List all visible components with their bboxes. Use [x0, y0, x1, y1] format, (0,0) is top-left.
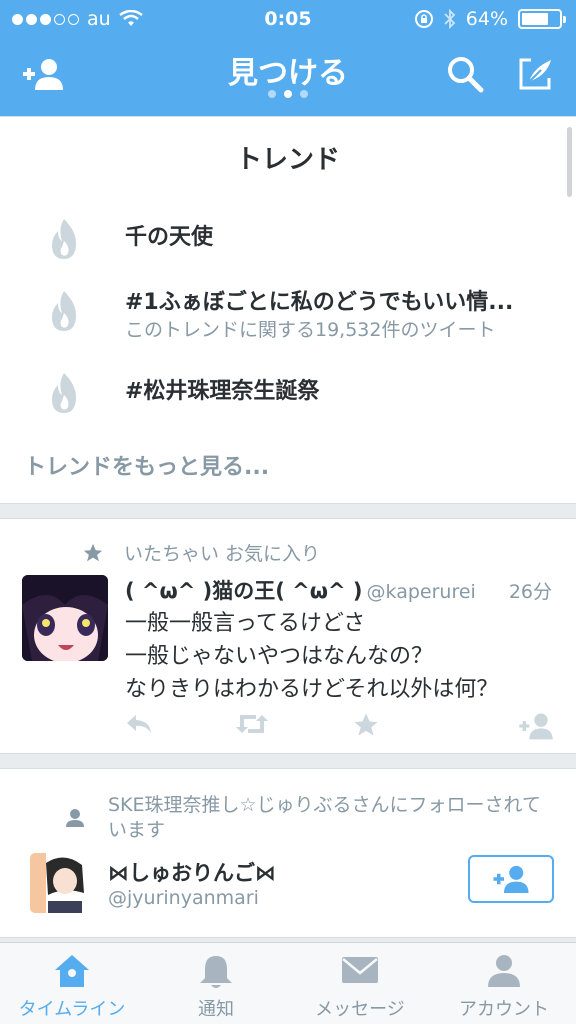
author-name: ( ^ω^ )猫の王( ^ω^ ) [125, 579, 363, 603]
tweet-actions [120, 711, 560, 741]
trends-card: トレンド 千の天使 #1ふぁぼごとに私のどうでもいい情... このトレンドに関す… [0, 116, 576, 504]
reply-icon [127, 715, 151, 733]
follow-button[interactable] [468, 855, 554, 903]
tab-label: タイムライン [18, 999, 126, 1020]
suggested-user-name[interactable]: ⋈しゅおりんご⋈ [108, 857, 276, 887]
bluetooth-icon [444, 9, 456, 29]
tab-timeline[interactable]: タイムライン [0, 943, 144, 1024]
trend-name: 千の天使 [125, 225, 214, 250]
favorite-context-text: いたちゃい お気に入り [124, 543, 321, 565]
tweet-line: 一般一般言ってるけどさ [125, 611, 366, 636]
flame-icon [52, 291, 76, 331]
flame-icon [52, 373, 76, 413]
battery-icon [518, 9, 566, 29]
compose-icon [519, 58, 551, 90]
tweet-text: 一般一般言ってるけどさ 一般じゃないやつはなんなの？ なりきりはわかるけどそれ以… [125, 607, 498, 706]
tab-label: 通知 [198, 999, 234, 1020]
add-user-icon [493, 865, 529, 893]
tweet-card[interactable]: いたちゃい お気に入り ( ^ω^ )猫の王( ^ω^ ) @kaperurei … [0, 518, 576, 754]
tab-bar: タイムライン 通知 メッセージ アカウント [0, 942, 576, 1024]
person-icon [66, 809, 84, 827]
person-icon [488, 955, 520, 987]
tab-label: アカウント [459, 999, 549, 1020]
search-button[interactable] [440, 52, 490, 96]
tweet-line: なりきりはわかるけどそれ以外は何？ [125, 677, 499, 702]
follow-author-button[interactable] [516, 711, 556, 745]
favorite-button[interactable] [352, 711, 380, 743]
more-trends-link[interactable]: トレンドをもっと見る... [24, 449, 269, 481]
add-user-icon [519, 713, 553, 740]
tweet-line: 一般じゃないやつはなんなの？ [125, 644, 434, 669]
favorite-context: いたちゃい お気に入り [82, 539, 320, 566]
tab-notifications[interactable]: 通知 [144, 943, 288, 1024]
retweet-button[interactable] [234, 711, 270, 741]
reply-button[interactable] [124, 711, 154, 741]
battery-percent: 64% [465, 8, 508, 30]
flame-icon [52, 219, 76, 259]
author-handle: @kaperurei [366, 581, 476, 603]
star-icon [354, 713, 378, 736]
compose-tweet-button[interactable] [510, 52, 560, 96]
trends-title: トレンド [235, 145, 340, 175]
retweet-icon [236, 715, 268, 733]
trend-name: #1ふぁぼごとに私のどうでもいい情... [125, 290, 514, 315]
search-icon [448, 57, 484, 93]
avatar[interactable] [30, 853, 90, 913]
tweet-time: 26分 [508, 581, 552, 603]
status-bar: au 0:05 64% [0, 6, 576, 36]
trend-name: #松井珠理奈生誕祭 [125, 379, 320, 404]
tab-account[interactable]: アカウント [432, 943, 576, 1024]
tweet-author[interactable]: ( ^ω^ )猫の王( ^ω^ ) @kaperurei [125, 575, 476, 605]
bell-icon [200, 956, 232, 988]
tab-messages[interactable]: メッセージ [288, 943, 432, 1024]
suggested-user-handle: @jyurinyanmari [108, 887, 259, 909]
trend-tweet-count: このトレンドに関する19,532件のツイート [125, 319, 496, 341]
avatar[interactable] [22, 575, 108, 661]
followed-by-context: SKE珠理奈推し☆じゅりぶるさんにフォローされています [108, 794, 541, 841]
home-icon [55, 955, 89, 987]
app-header: au 0:05 64% 見つける [0, 0, 576, 116]
rotation-lock-icon [414, 10, 433, 28]
tab-label: メッセージ [315, 999, 405, 1020]
envelope-icon [342, 957, 378, 983]
star-icon [83, 543, 103, 561]
who-to-follow-card[interactable]: SKE珠理奈推し☆じゅりぶるさんにフォローされています ⋈しゅおりんご⋈ @jy… [0, 768, 576, 938]
